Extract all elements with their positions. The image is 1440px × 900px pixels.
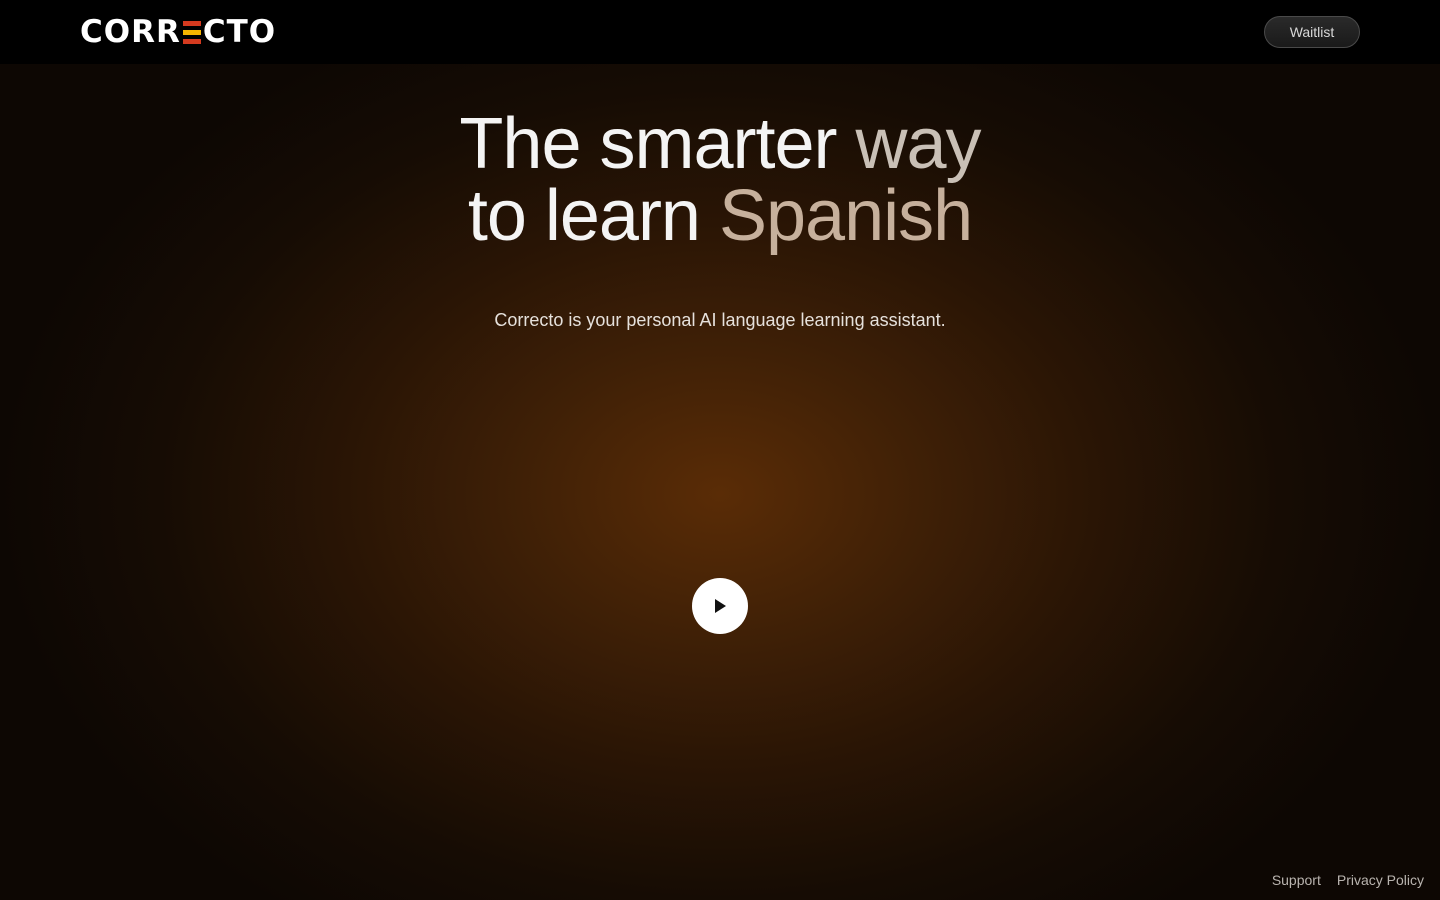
navbar: CORR CTO Waitlist: [0, 0, 1440, 64]
correcto-logo[interactable]: CORR CTO: [80, 14, 277, 50]
hero-title-line-1: The smarter way: [320, 108, 1120, 180]
hero-subtitle: Correcto is your personal AI language le…: [494, 310, 946, 330]
waitlist-button[interactable]: Waitlist: [1264, 16, 1360, 48]
hero-title-line-2-text: to learn: [467, 176, 719, 256]
footer-link-support[interactable]: Support: [1272, 872, 1321, 888]
hero-title-line-1-text: The smarter: [459, 104, 856, 184]
play-icon: [715, 599, 726, 613]
footer-link-privacy-policy[interactable]: Privacy Policy: [1337, 872, 1424, 888]
play-video-button[interactable]: [692, 578, 748, 634]
logo-e-flag-icon: [182, 20, 201, 44]
logo-text-start: CORR: [80, 14, 181, 50]
hero-title-word-spanish: Spanish: [718, 176, 973, 256]
logo-e-bar-bottom: [182, 38, 201, 44]
hero-title-word-way: way: [855, 104, 982, 184]
logo-e-bar-top: [182, 20, 201, 26]
hero-title-line-2: to learn Spanish: [320, 180, 1120, 252]
logo-e-bar-middle: [182, 29, 201, 35]
footer-links: Support Privacy Policy: [1272, 872, 1424, 888]
hero-title: The smarter way to learn Spanish: [320, 108, 1120, 252]
landing-page: CORR CTO Waitlist The smarter way to lea…: [0, 0, 1440, 900]
logo-text-end: CTO: [202, 14, 277, 50]
